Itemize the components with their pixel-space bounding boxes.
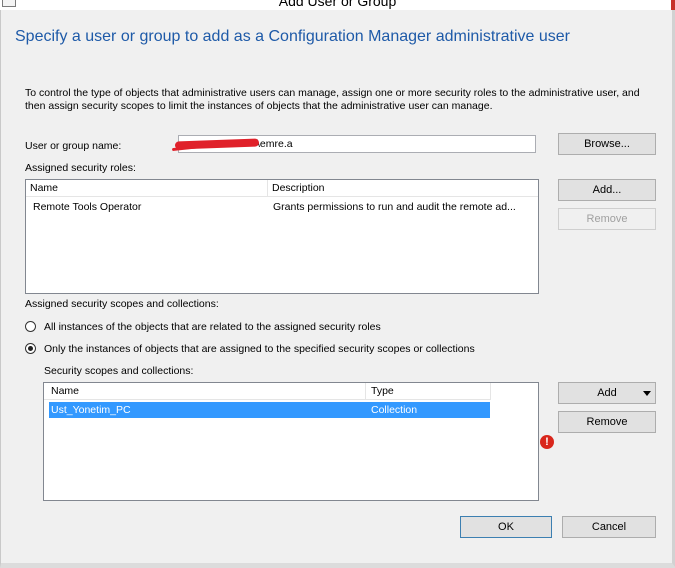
browse-button[interactable]: Browse... [558, 133, 656, 155]
chevron-down-icon[interactable] [643, 391, 651, 396]
error-icon: ! [540, 435, 554, 449]
roles-label: Assigned security roles: [25, 162, 136, 174]
role-row-description[interactable]: Grants permissions to run and audit the … [273, 201, 516, 213]
add-role-button[interactable]: Add... [558, 179, 656, 201]
intro-line-2: then assign security scopes to limit the… [25, 100, 493, 112]
title-bar: Add User or Group [0, 0, 675, 10]
scope-row-name[interactable]: Ust_Yonetim_PC [51, 404, 131, 416]
scopes-col-separator-2[interactable] [490, 383, 491, 400]
scopes-col-name[interactable]: Name [44, 383, 365, 400]
ok-button[interactable]: OK [460, 516, 552, 538]
roles-col-description[interactable]: Description [268, 180, 538, 197]
remove-scope-button[interactable]: Remove [558, 411, 656, 433]
roles-col-name[interactable]: Name [26, 180, 267, 197]
remove-role-button[interactable]: Remove [558, 208, 656, 230]
intro-text: To control the type of objects that admi… [25, 87, 660, 113]
scopes-list[interactable]: Name Type Ust_Yonetim_PC Collection [43, 382, 539, 501]
user-name-value: \emre.a [257, 138, 293, 150]
cancel-button[interactable]: Cancel [562, 516, 656, 538]
role-row-name[interactable]: Remote Tools Operator [33, 201, 141, 213]
scopes-label: Assigned security scopes and collections… [25, 298, 219, 310]
radio-all-instances-label[interactable]: All instances of the objects that are re… [44, 321, 381, 333]
window-title: Add User or Group [278, 0, 397, 9]
roles-list[interactable]: Name Description Remote Tools Operator G… [25, 179, 539, 294]
user-name-label: User or group name: [25, 140, 122, 152]
scopes-col-type[interactable]: Type [366, 383, 490, 400]
scope-row-type[interactable]: Collection [371, 404, 417, 416]
add-scope-label: Add [597, 387, 617, 399]
dialog-header: Specify a user or group to add as a Conf… [15, 28, 570, 45]
close-button[interactable] [671, 0, 675, 10]
add-scope-button[interactable]: Add [558, 382, 656, 404]
scopes-collections-label: Security scopes and collections: [44, 365, 194, 377]
radio-only-instances[interactable] [25, 343, 36, 354]
radio-all-instances[interactable] [25, 321, 36, 332]
radio-only-instances-label[interactable]: Only the instances of objects that are a… [44, 343, 475, 355]
intro-line-1: To control the type of objects that admi… [25, 87, 640, 99]
